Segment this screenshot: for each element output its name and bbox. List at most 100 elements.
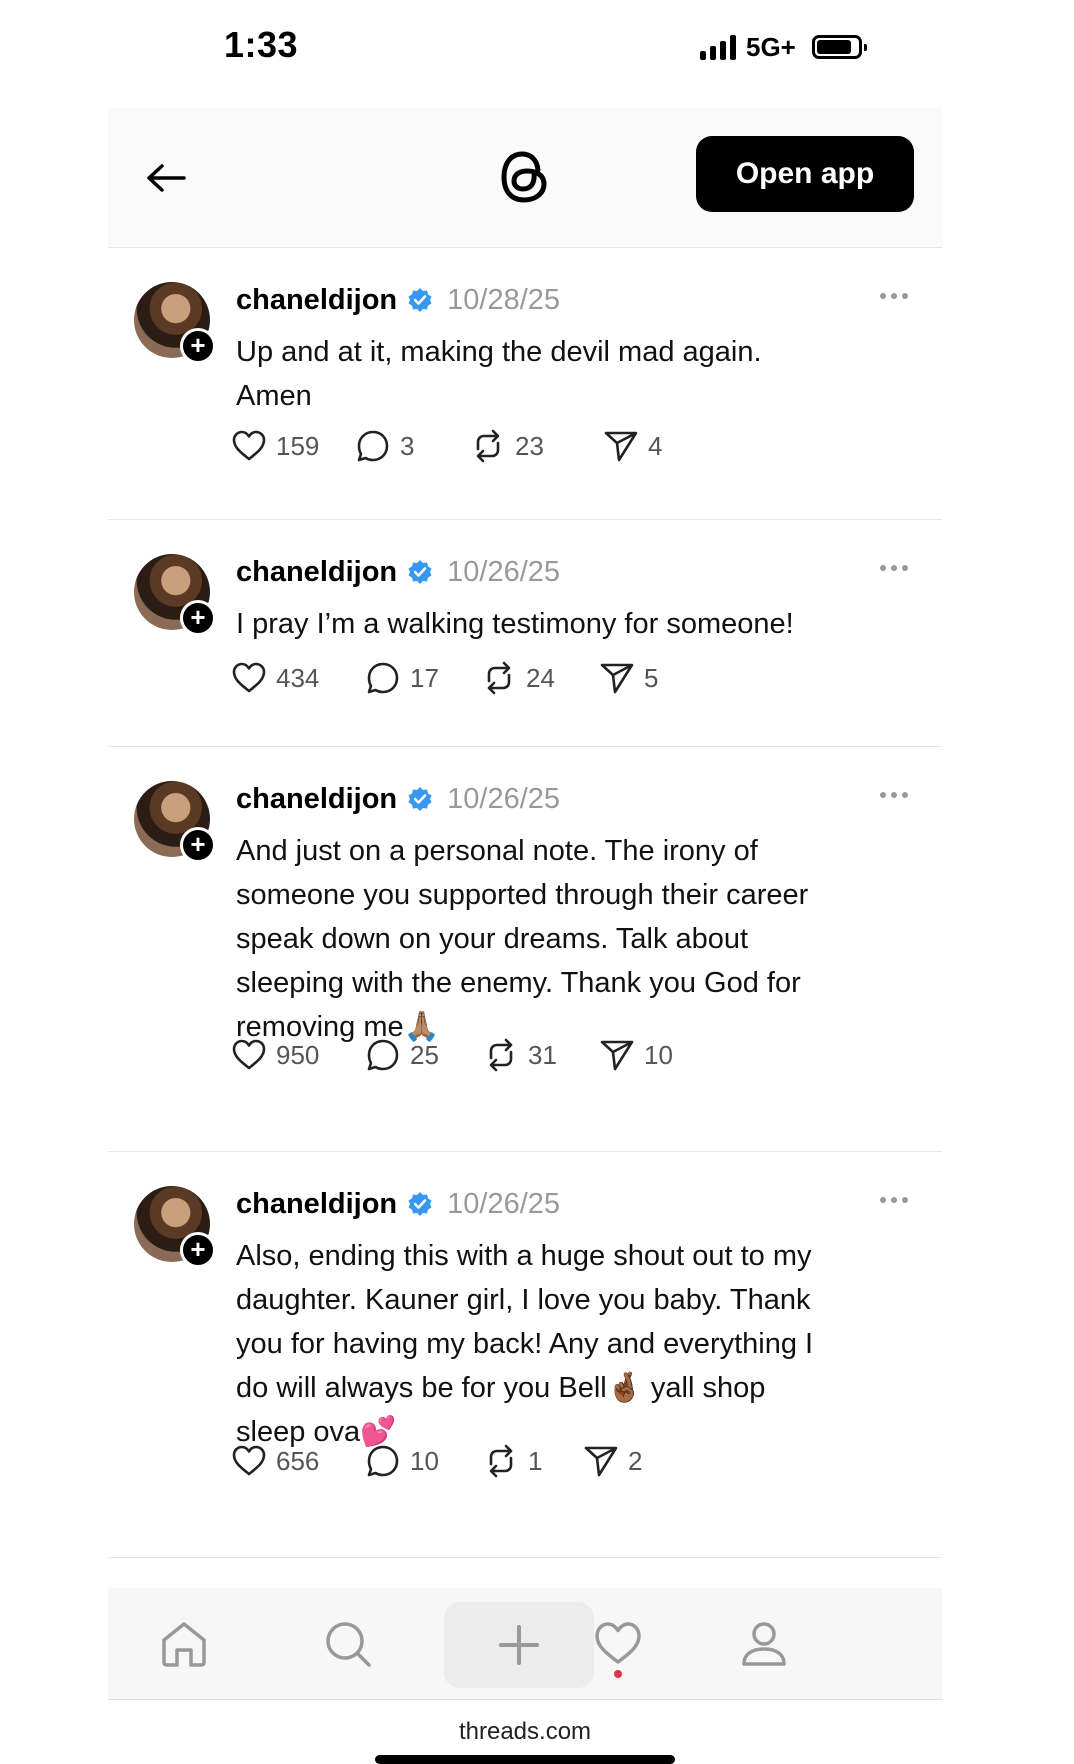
post-date: 10/26/25 [447,782,561,815]
like-count: 159 [276,430,320,461]
post-feed: + chaneldijon 10/28/25 Up and at it, mak… [108,248,942,1558]
like-button[interactable]: 950 [230,1036,364,1074]
status-bar: 1:33 5G+ [0,0,1074,96]
heart-icon [232,1445,266,1476]
username[interactable]: chaneldijon [236,1188,397,1221]
repost-count: 1 [528,1445,543,1476]
threads-logo-icon[interactable] [494,144,554,210]
like-button[interactable]: 434 [230,659,364,697]
more-options-icon[interactable] [876,556,912,580]
post-text: And just on a personal note. The irony o… [236,835,809,1043]
username[interactable]: chaneldijon [236,556,397,589]
comment-icon [367,1039,399,1071]
comment-icon [357,430,389,462]
follow-plus-icon[interactable]: + [180,328,216,364]
nav-activity[interactable] [588,1614,648,1678]
open-app-button[interactable]: Open app [696,136,914,212]
search-icon [326,1622,371,1667]
like-button[interactable]: 159 [230,427,354,465]
verified-badge-icon [408,787,432,811]
verified-badge-icon [408,560,432,584]
url-text: threads.com [458,1718,592,1745]
repost-icon [476,429,500,463]
post-item[interactable]: + chaneldijon 10/26/25 I pray I’m a walk… [108,520,942,747]
share-button[interactable]: 5 [598,659,658,697]
repost-icon [487,661,511,695]
repost-count: 24 [526,662,555,693]
signal-strength-icon [700,34,736,60]
heart-icon [232,1039,266,1070]
post-item[interactable]: + chaneldijon 10/26/25 Also, ending this… [108,1152,942,1558]
notification-dot [614,1670,622,1678]
post-item[interactable]: + chaneldijon 10/26/25 And just on a per… [108,747,942,1152]
post-actions: 656 10 1 2 [230,1441,642,1481]
home-indicator[interactable] [375,1755,675,1764]
username[interactable]: chaneldijon [236,284,397,317]
reply-button[interactable]: 17 [364,659,480,697]
share-button[interactable]: 2 [582,1442,642,1480]
send-icon [600,663,634,694]
heart-icon [232,430,266,461]
threads-web-app: Open app + chaneldijon 10/28/25 Up and a… [108,108,942,1764]
share-button[interactable]: 4 [602,427,662,465]
more-options-icon[interactable] [876,1188,912,1212]
follow-plus-icon[interactable]: + [180,827,216,863]
comment-icon [367,1445,399,1477]
repost-button[interactable]: 31 [482,1036,598,1074]
more-options-icon[interactable] [876,284,912,308]
post-date: 10/26/25 [447,1187,561,1220]
comment-icon [367,662,399,694]
repost-count: 23 [515,430,544,461]
nav-search[interactable] [318,1614,378,1674]
repost-button[interactable]: 24 [480,659,598,697]
post-actions: 434 17 24 5 [230,658,658,698]
reply-button[interactable]: 10 [364,1442,482,1480]
back-button[interactable] [142,154,190,202]
reply-count: 3 [400,430,415,461]
send-icon [600,1040,634,1071]
share-button[interactable]: 10 [598,1036,673,1074]
like-count: 950 [276,1039,320,1070]
send-icon [584,1446,618,1477]
reply-count: 17 [410,662,439,693]
post-text: Up and at it, making the devil mad again… [236,336,762,412]
post-header: chaneldijon 10/26/25 [236,554,560,590]
status-time: 1:33 [224,24,299,65]
post-text: I pray I’m a walking testimony for someo… [236,608,794,640]
username[interactable]: chaneldijon [236,783,397,816]
repost-count: 31 [528,1039,557,1070]
post-header: chaneldijon 10/28/25 [236,282,560,318]
reply-count: 10 [410,1445,439,1476]
send-icon [604,431,638,462]
like-button[interactable]: 656 [230,1442,364,1480]
share-count: 4 [648,430,663,461]
post-date: 10/28/25 [447,283,561,316]
arrow-left-icon [147,164,186,192]
nav-profile[interactable] [734,1614,794,1674]
more-options-icon[interactable] [876,783,912,807]
nav-home[interactable] [154,1614,214,1674]
post-text: Also, ending this with a huge shout out … [236,1240,814,1448]
battery-icon [811,35,867,59]
like-count: 656 [276,1445,320,1476]
heart-icon [232,662,266,693]
repost-icon [489,1444,513,1478]
home-icon [162,1622,206,1667]
nav-create[interactable] [444,1602,594,1688]
post-item[interactable]: + chaneldijon 10/28/25 Up and at it, mak… [108,248,942,520]
share-count: 2 [628,1445,643,1476]
reply-button[interactable]: 3 [354,427,469,465]
post-actions: 950 25 31 10 [230,1035,673,1075]
post-header: chaneldijon 10/26/25 [236,781,560,817]
share-count: 10 [644,1039,673,1070]
post-actions: 159 3 23 4 [230,426,662,466]
plus-icon [499,1625,539,1665]
reply-count: 25 [410,1039,439,1070]
profile-icon [742,1622,786,1666]
repost-button[interactable]: 23 [469,427,602,465]
network-type: 5G+ [746,31,796,62]
reply-button[interactable]: 25 [364,1036,482,1074]
follow-plus-icon[interactable]: + [180,1232,216,1268]
follow-plus-icon[interactable]: + [180,600,216,636]
repost-button[interactable]: 1 [482,1442,582,1480]
